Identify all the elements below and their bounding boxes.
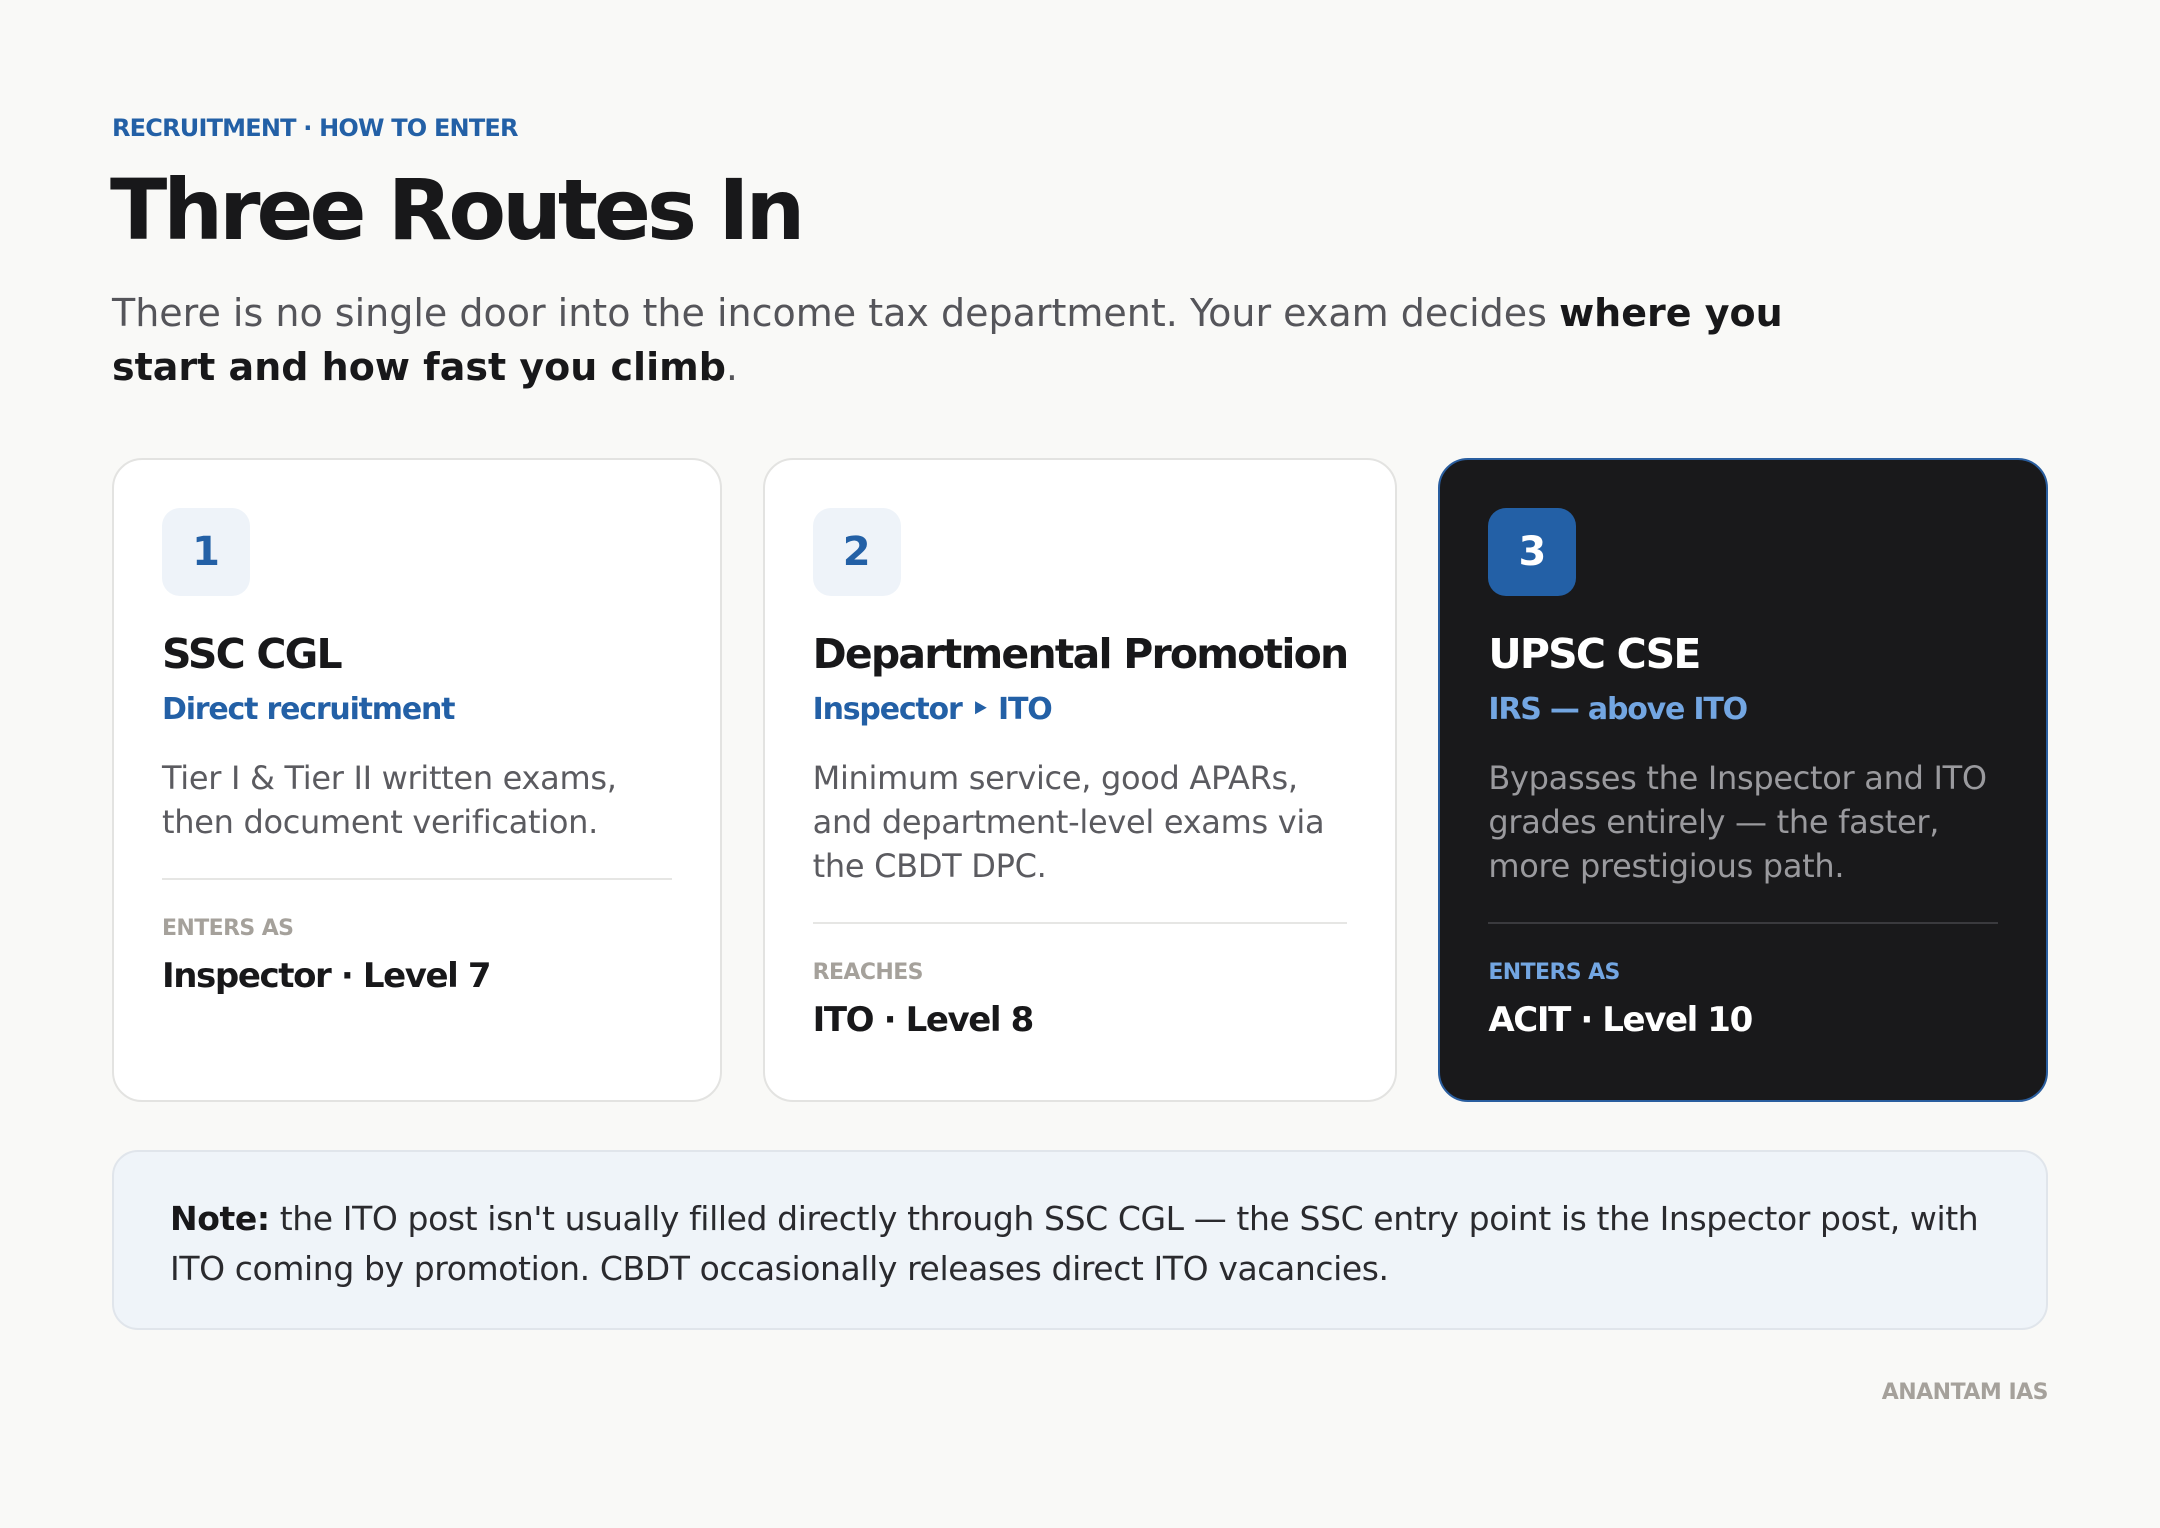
route-title: UPSC CSE bbox=[1488, 630, 1701, 678]
note-label: Note: bbox=[170, 1199, 270, 1238]
route-divider bbox=[162, 878, 672, 880]
note-text: the ITO post isn't usually filled direct… bbox=[170, 1199, 1979, 1288]
route-number-badge: 1 bbox=[162, 508, 250, 596]
note-box: Note: the ITO post isn't usually filled … bbox=[112, 1150, 2048, 1330]
route-title: Departmental Promotion bbox=[812, 630, 1350, 678]
route-card-ssc-cgl: 1 SSC CGL Direct recruitment Tier I & Ti… bbox=[112, 458, 722, 1102]
intro-text: There is no single door into the income … bbox=[112, 286, 1892, 394]
route-cards: 1 SSC CGL Direct recruitment Tier I & Ti… bbox=[112, 458, 2049, 1102]
route-description: Minimum service, good APARs, and departm… bbox=[812, 759, 1325, 885]
route-meta-label: REACHES bbox=[812, 960, 924, 985]
route-meta-value: ITO · Level 8 bbox=[812, 1000, 1035, 1040]
route-description: Bypasses the Inspector and ITO grades en… bbox=[1488, 759, 1987, 885]
route-divider bbox=[1488, 922, 1999, 924]
route-subtitle: IRS — above ITO bbox=[1488, 692, 1748, 727]
eyebrow-label: RECRUITMENT · HOW TO ENTER bbox=[112, 114, 519, 142]
intro-end: . bbox=[725, 345, 738, 389]
route-meta-value: Inspector · Level 7 bbox=[162, 956, 492, 996]
route-divider bbox=[812, 922, 1348, 924]
route-card-departmental-promotion: 2 Departmental Promotion Inspector ‣ ITO… bbox=[762, 458, 1398, 1102]
footer-brand: ANANTAM IAS bbox=[1881, 1380, 2049, 1405]
route-meta-value: ACIT · Level 10 bbox=[1488, 1000, 1753, 1040]
page-title: Three Routes In bbox=[110, 161, 805, 259]
route-meta-label: ENTERS AS bbox=[1488, 960, 1620, 985]
route-subtitle: Inspector ‣ ITO bbox=[812, 692, 1053, 727]
route-number-badge: 2 bbox=[812, 508, 901, 596]
intro-plain: There is no single door into the income … bbox=[112, 291, 1560, 335]
route-card-upsc-cse: 3 UPSC CSE IRS — above ITO Bypasses the … bbox=[1438, 458, 2049, 1102]
route-title: SSC CGL bbox=[162, 630, 343, 678]
route-number-badge: 3 bbox=[1488, 508, 1577, 596]
route-meta-label: ENTERS AS bbox=[162, 916, 294, 941]
route-description: Tier I & Tier II written exams, then doc… bbox=[162, 759, 617, 841]
route-subtitle: Direct recruitment bbox=[162, 692, 456, 727]
